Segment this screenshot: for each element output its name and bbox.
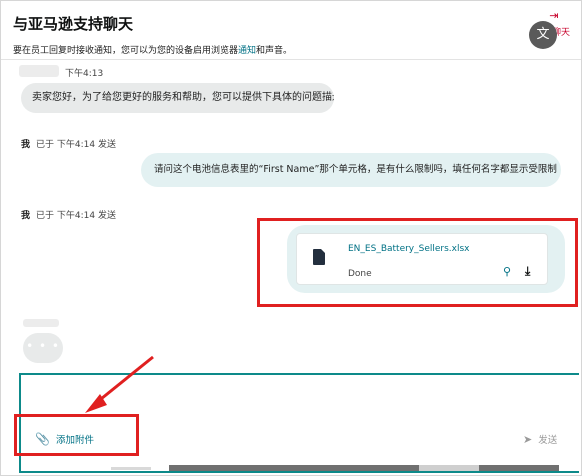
page-title: 与亚马逊支持聊天	[13, 15, 134, 33]
agent-name-redacted	[19, 65, 59, 77]
header-divider	[1, 59, 581, 60]
highlight-box-attach	[14, 414, 139, 456]
notification-link[interactable]: 通知	[238, 46, 256, 56]
highlight-box-file	[257, 218, 578, 307]
sender-name: 我	[21, 140, 31, 150]
send-label[interactable]: 发送	[538, 435, 557, 446]
send-button[interactable]: ➤ 发送	[523, 432, 557, 446]
sent-status: 已于 下午4:14 发送	[36, 140, 116, 150]
send-icon: ➤	[523, 433, 533, 446]
notification-hint: 要在员工回复时接收通知，您可以为您的设备启用浏览器通知和声音。	[13, 43, 292, 56]
chat-window: 与亚马逊支持聊天 要在员工回复时接收通知，您可以为您的设备启用浏览器通知和声音。…	[0, 0, 582, 476]
agent-name-redacted	[23, 319, 59, 327]
horizontal-scrollbar[interactable]	[169, 465, 559, 471]
message-meta: 我已于 下午4:14 发送	[21, 137, 116, 150]
notification-hint-prefix: 要在员工回复时接收通知，您可以为您的设备启用浏览器	[13, 46, 239, 56]
agent-message-bubble: 卖家您好，为了给您更好的服务和帮助，您可以提供下具体的问题描述	[21, 83, 334, 113]
scrollbar-thumb[interactable]	[419, 465, 479, 471]
typing-indicator: • • •	[23, 333, 63, 363]
sent-status: 已于 下午4:14 发送	[36, 211, 116, 221]
notification-hint-suffix: 和声音。	[256, 46, 293, 56]
bottom-divider	[111, 467, 151, 470]
user-message-bubble: 请问这个电池信息表里的“First Name”那个单元格，是有什么限制吗，填任何…	[141, 153, 561, 187]
close-chat-icon[interactable]: ⇥	[547, 9, 561, 23]
sender-name: 我	[21, 211, 31, 221]
message-time: 下午4:13	[65, 69, 104, 79]
translate-icon[interactable]: 文	[529, 21, 557, 49]
message-meta: 我已于 下午4:14 发送	[21, 208, 116, 221]
